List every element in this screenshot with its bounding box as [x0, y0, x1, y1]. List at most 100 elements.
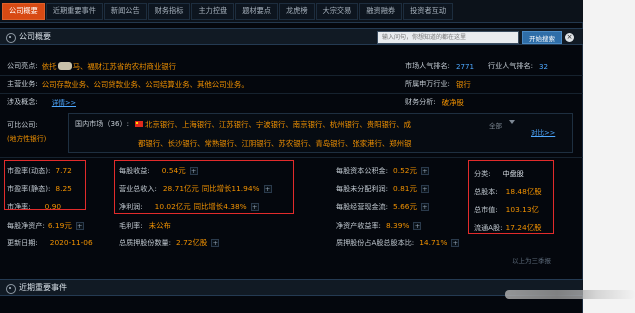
highlight-box-shares	[468, 160, 554, 234]
highlight-box-earnings	[114, 160, 294, 214]
tab-margin[interactable]: 融资融券	[359, 2, 403, 20]
company-overview-header: 公司概要 开始搜索 ×	[0, 28, 583, 45]
business-value: 公司存款业务、公司贷款业务、公司结算业务、其他公司业务。	[41, 79, 249, 89]
divider	[0, 93, 583, 94]
stat-label: 总质押股份数量:	[119, 237, 172, 247]
comparable-sub-row: (地方性银行)	[7, 131, 46, 145]
chevron-down-icon[interactable]	[509, 120, 515, 124]
add-icon[interactable]: +	[420, 202, 429, 211]
tab-financials[interactable]: 财务指标	[147, 2, 191, 20]
blurred-watermark	[505, 290, 635, 299]
section-title: 公司概要	[19, 32, 51, 41]
market-label: 国内市场（36）:	[75, 119, 129, 128]
market-box: 国内市场（36）: 北京银行、上海银行、江苏银行、宁波银行、南京银行、杭州银行、…	[68, 113, 573, 153]
stat-value: 0.81元	[393, 184, 417, 193]
recent-events-header: 近期重要事件	[0, 279, 583, 296]
stat-label: 每股净资产:	[7, 220, 45, 230]
stat-roe: 净资产收益率: 8.39% +	[336, 219, 422, 232]
highlight-row: 公司亮点: 依托 马、福财江苏省的农村商业银行	[7, 59, 176, 73]
tab-block-trade[interactable]: 大宗交易	[315, 2, 359, 20]
market-row-2: 都银行、长沙银行、常熟银行、江阴银行、苏农银行、青岛银行、张家港行、郑州银	[138, 136, 411, 150]
concept-row: 涉及概念: 详情>>	[7, 95, 76, 109]
industry-popularity-value[interactable]: 32	[539, 62, 548, 71]
stat-pledge-total: 总质押股份数量: 2.72亿股 +	[119, 236, 220, 249]
stat-update-date: 更新日期: 2020-11-06	[7, 236, 93, 249]
report-period-note: 以上为三季报	[512, 257, 551, 265]
market-row-1: 国内市场（36）: 北京银行、上海银行、江苏银行、宁波银行、南京银行、杭州银行、…	[75, 117, 411, 131]
business-label: 主营业务:	[7, 79, 38, 88]
finance-value: 破净股	[441, 97, 464, 107]
all-peers-toggle[interactable]: 全部	[489, 120, 502, 130]
tab-recent-events[interactable]: 近期重要事件	[45, 2, 103, 20]
search-input[interactable]	[377, 31, 519, 44]
stat-label: 质押股份占A股总股本比:	[336, 237, 415, 247]
popularity-label: 市场人气排名:	[405, 61, 450, 70]
f10-panel: 公司概要 近期重要事件 新闻公告 财务指标 主力控盘 题材要点 龙虎榜 大宗交易…	[0, 0, 583, 313]
stat-undistributed-per-share: 每股未分配利润: 0.81元 +	[336, 182, 429, 195]
stat-reserve-per-share: 每股资本公积金: 0.52元 +	[336, 164, 429, 177]
comparable-label: 可比公司:	[7, 120, 38, 129]
stat-nav-per-share: 每股净资产: 6.19元 +	[7, 219, 84, 232]
add-icon[interactable]: +	[75, 221, 84, 230]
finance-row: 财务分析: 破净股	[405, 95, 464, 109]
divider	[0, 75, 583, 76]
section-icon	[5, 283, 16, 294]
redaction-mask	[57, 62, 72, 70]
industry-row: 所属申万行业: 银行	[405, 77, 471, 91]
stat-pledge-ratio: 质押股份占A股总股本比: 14.71% +	[336, 236, 460, 249]
highlight-label: 公司亮点:	[7, 61, 38, 70]
tab-bar: 公司概要 近期重要事件 新闻公告 财务指标 主力控盘 题材要点 龙虎榜 大宗交易…	[0, 0, 583, 23]
add-icon[interactable]: +	[413, 221, 422, 230]
industry-popularity-label: 行业人气排名:	[488, 61, 533, 70]
stat-gross-margin: 毛利率: 未公布	[119, 219, 171, 232]
tab-dragon-tiger[interactable]: 龙虎榜	[278, 2, 315, 20]
stat-value: 5.66元	[393, 202, 417, 211]
concept-details-link[interactable]: 详情>>	[52, 97, 76, 107]
highlight-value: 马、福财江苏省的农村商业银行	[72, 61, 177, 71]
tab-main-control[interactable]: 主力控盘	[191, 2, 235, 20]
stat-label: 净资产收益率:	[336, 220, 381, 230]
highlight-prefix: 依托	[41, 61, 57, 71]
stat-value: 2020-11-06	[49, 238, 93, 247]
stat-label: 每股未分配利润:	[336, 183, 389, 193]
tab-themes[interactable]: 题材要点	[235, 2, 278, 20]
stat-value: 6.19元	[47, 221, 72, 230]
business-row: 主营业务: 公司存款业务、公司贷款业务、公司结算业务、其他公司业务。	[7, 77, 249, 91]
tab-company-overview[interactable]: 公司概要	[2, 2, 45, 20]
add-icon[interactable]: +	[420, 166, 429, 175]
stat-value: 2.72亿股	[176, 238, 208, 247]
stat-ocf-per-share: 每股经营现金流: 5.66元 +	[336, 200, 429, 213]
industry-label: 所属申万行业:	[405, 79, 450, 88]
close-icon[interactable]: ×	[565, 33, 574, 42]
section-icon	[5, 32, 16, 43]
stat-label: 毛利率:	[119, 220, 143, 230]
comparable-label-row: 可比公司:	[7, 118, 38, 132]
compare-link[interactable]: 对比>>	[531, 127, 555, 137]
add-icon[interactable]: +	[451, 238, 460, 247]
tab-news[interactable]: 新闻公告	[103, 2, 147, 20]
stat-value: 0.52元	[393, 166, 417, 175]
stat-value: 未公布	[148, 221, 171, 230]
popularity-value[interactable]: 2771	[456, 62, 474, 71]
stat-value: 14.71%	[419, 238, 448, 247]
stat-label: 每股经营现金流:	[336, 201, 389, 211]
add-icon[interactable]: +	[211, 238, 220, 247]
highlight-box-valuation	[4, 160, 86, 210]
stat-label: 更新日期:	[7, 237, 38, 247]
search-bar: 开始搜索 ×	[377, 31, 574, 44]
divider	[0, 157, 583, 158]
comparable-sub: (地方性银行)	[7, 135, 47, 143]
add-icon[interactable]: +	[420, 184, 429, 193]
section-title: 近期重要事件	[19, 283, 67, 292]
tab-investor-qa[interactable]: 投资者互动	[403, 2, 454, 20]
search-button[interactable]: 开始搜索	[522, 31, 562, 44]
stat-value: 8.39%	[385, 221, 410, 230]
finance-label: 财务分析:	[405, 97, 436, 106]
concept-label: 涉及概念:	[7, 97, 38, 106]
market-peers-1[interactable]: 北京银行、上海银行、江苏银行、宁波银行、南京银行、杭州银行、贵阳银行、成	[145, 119, 411, 130]
popularity-row: 市场人气排名: 2771 行业人气排名: 32	[405, 59, 548, 73]
china-flag-icon	[134, 121, 143, 127]
market-peers-2[interactable]: 都银行、长沙银行、常熟银行、江阴银行、苏农银行、青岛银行、张家港行、郑州银	[138, 138, 411, 149]
stat-label: 每股资本公积金:	[336, 165, 389, 175]
industry-value: 银行	[455, 79, 471, 89]
